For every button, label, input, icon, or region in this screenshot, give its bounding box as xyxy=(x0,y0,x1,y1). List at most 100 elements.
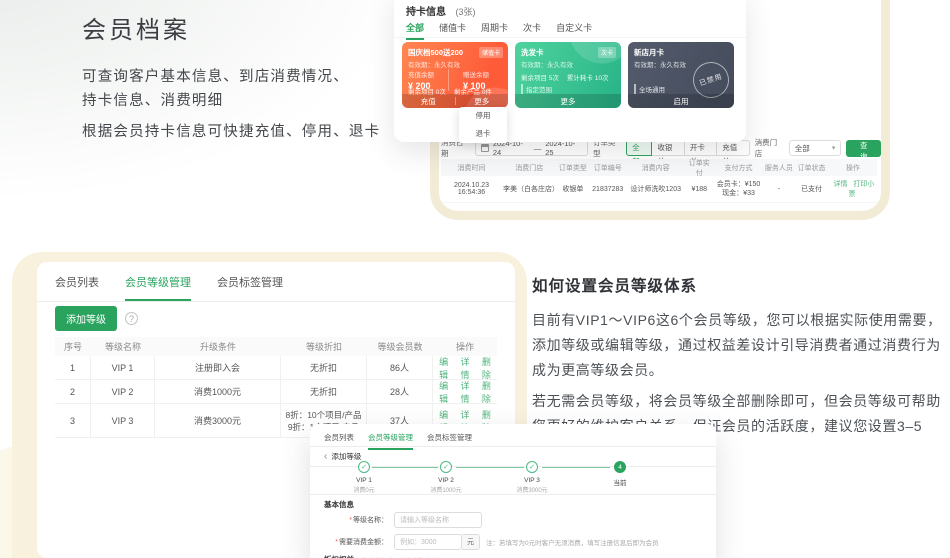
order-type-all[interactable]: 全部 xyxy=(626,140,652,156)
order-type-recharge[interactable]: 充值单 xyxy=(716,140,749,156)
basic-info-section-title: 基本信息 xyxy=(324,499,354,510)
step-label: VIP 2 xyxy=(411,477,481,484)
order-status: 已支付 xyxy=(794,184,829,194)
tab-member-list[interactable]: 会员列表 xyxy=(324,432,354,450)
level-condition: 消费3000元 xyxy=(155,404,281,437)
amount-input[interactable] xyxy=(394,534,462,550)
tab-member-tag-management[interactable]: 会员标签管理 xyxy=(427,432,472,450)
enable-button[interactable]: 启用 xyxy=(628,96,734,107)
card-validity: 有效期：永久有效 xyxy=(634,59,686,69)
card-info-header: 持卡信息 (3张) xyxy=(406,2,475,20)
step-done-icon: ✓ xyxy=(440,461,452,473)
tabs-divider xyxy=(310,446,716,447)
step-sub: 消费3000元 xyxy=(497,485,567,494)
tab-member-level-management[interactable]: 会员等级管理 xyxy=(368,432,413,450)
level-name-input[interactable] xyxy=(394,512,482,528)
col-header: 消费时间 xyxy=(441,163,502,173)
date-separator: — xyxy=(534,144,542,153)
order-type-segmented: 全部 收银单 开卡单 充值单 xyxy=(627,140,750,156)
levels-table: 序号 等级名称 升级条件 等级折扣 等级会员数 操作 1 VIP 1 注册即入会… xyxy=(55,337,497,438)
card-type-badge: 次卡 xyxy=(598,47,616,58)
amount-row: *需要消费金额： 元 注：若填写为0元时客户无须消费，填写注册信息后即为会员 xyxy=(324,534,659,550)
step-label: 当前 xyxy=(585,477,655,487)
level-member-count: 28人 xyxy=(367,380,433,403)
membership-cards-row: 国庆档500送200 储值卡 有效期：永久有效 充值余额 ¥ 200 赠送余额 … xyxy=(402,42,734,108)
order-time: 2024.10.23 16:54:36 xyxy=(441,182,502,196)
card-type-badge: 储值卡 xyxy=(479,47,503,58)
level-no: 1 xyxy=(55,356,91,379)
levels-table-header: 序号 等级名称 升级条件 等级折扣 等级会员数 操作 xyxy=(55,337,497,356)
page-title: 会员档案 xyxy=(82,10,380,45)
store-select-value: 全部 xyxy=(795,143,810,154)
detail-link[interactable]: 详情 xyxy=(457,355,472,381)
discount-row: 折扣权益 为该等级会员选择折扣权益 xyxy=(324,554,440,558)
hero-line-1: 可查询客户基本信息、到店消费情况、 xyxy=(82,65,380,89)
store-filter-label: 消费门店 xyxy=(755,137,784,159)
tab-member-list[interactable]: 会员列表 xyxy=(55,274,99,301)
card-count: (3张) xyxy=(455,7,475,17)
delete-link[interactable]: 删除 xyxy=(479,355,494,381)
howto-title: 如何设置会员等级体系 xyxy=(532,274,946,296)
more-button[interactable]: 更多 xyxy=(456,96,509,107)
hero-block: 会员档案 可查询客户基本信息、到店消费情况、 持卡信息、消费明细 根据会员持卡信… xyxy=(82,10,380,144)
add-level-button[interactable]: 添加等级 xyxy=(55,306,117,331)
level-name: VIP 3 xyxy=(91,404,155,437)
card-footer: 更多 xyxy=(515,94,621,108)
help-question-icon[interactable]: ? xyxy=(125,312,138,325)
card-validity: 有效期：永久有效 xyxy=(408,59,460,69)
detail-link[interactable]: 详情 xyxy=(457,379,472,405)
store-select[interactable]: 全部 ▾ xyxy=(789,140,842,156)
order-actions: 详情 打印小票 xyxy=(829,179,877,199)
order-type-cashier[interactable]: 收银单 xyxy=(651,140,684,156)
step-label: VIP 1 xyxy=(329,477,399,484)
edit-link[interactable]: 编辑 xyxy=(436,379,451,405)
gift-balance-label: 赠送余额 xyxy=(463,69,489,79)
membership-card-stored-value: 国庆档500送200 储值卡 有效期：永久有效 充值余额 ¥ 200 赠送余额 … xyxy=(402,42,508,108)
add-level-panel: 会员列表 会员等级管理 会员标签管理 ‹ 添加等级 ✓ ✓ ✓ 4 VIP 1 … xyxy=(310,424,716,558)
col-header: 服务人员 xyxy=(764,163,795,173)
amount-label: *需要消费金额： xyxy=(324,537,388,547)
level-no: 3 xyxy=(55,404,91,437)
membership-card-monthly-disabled: 新店月卡 有效期：永久有效 全场通用 已禁用 启用 xyxy=(628,42,734,108)
search-button[interactable]: 查询 xyxy=(846,140,881,157)
order-content: 设计师洗吹1203 xyxy=(626,184,685,194)
order-type-opencard[interactable]: 开卡单 xyxy=(684,140,717,156)
level-condition: 消费1000元 xyxy=(155,380,281,403)
back-chevron-icon: ‹ xyxy=(324,453,327,460)
hero-line-3: 根据会员持卡信息可快捷充值、停用、退卡 xyxy=(82,120,380,144)
order-type: 收银单 xyxy=(557,184,590,194)
card-info-title: 持卡信息 xyxy=(406,7,446,18)
menu-item-refund-card[interactable]: 退卡 xyxy=(459,125,507,143)
stepper-divider xyxy=(310,494,716,495)
discount-note: 为该等级会员选择折扣权益 xyxy=(362,555,440,558)
card-name: 新店月卡 xyxy=(634,47,664,58)
tabs-divider xyxy=(394,37,746,38)
order-detail-link[interactable]: 详情 xyxy=(833,181,847,188)
level-no: 2 xyxy=(55,380,91,403)
amount-label-text: 需要消费金额： xyxy=(339,539,388,546)
level-name: VIP 2 xyxy=(91,380,155,403)
amount-note: 注：若填写为0元时客户无须消费，填写注册信息后即为会员 xyxy=(486,537,659,547)
col-header: 等级名称 xyxy=(91,337,155,356)
calendar-icon xyxy=(481,144,489,152)
delete-link[interactable]: 删除 xyxy=(479,379,494,405)
chevron-down-icon: ▾ xyxy=(832,144,836,152)
col-header: 订单类型 xyxy=(557,163,590,173)
card-info-panel: 持卡信息 (3张) 全部 储值卡 周期卡 次卡 自定义卡 国庆档500送200 … xyxy=(394,0,746,142)
recharge-button[interactable]: 充值 xyxy=(402,96,455,107)
tab-member-level-management[interactable]: 会员等级管理 xyxy=(125,274,191,301)
more-button[interactable]: 更多 xyxy=(515,96,621,107)
menu-item-disable-card[interactable]: 停用 xyxy=(459,107,507,125)
step-sub: 消费1000元 xyxy=(411,485,481,494)
pay-method-line1: 会员卡：¥150 xyxy=(714,180,762,189)
discount-line1: 8折：10个项目/产品 xyxy=(285,409,361,421)
order-pay-method: 会员卡：¥150 现金：¥33 xyxy=(713,180,763,198)
card-name: 洗发卡 xyxy=(521,47,544,58)
edit-link[interactable]: 编辑 xyxy=(436,355,451,381)
table-row: 2 VIP 2 消费1000元 无折扣 28人 编辑 详情 删除 xyxy=(55,380,497,404)
print-receipt-link[interactable]: 打印小票 xyxy=(848,181,874,198)
card-validity: 有效期：永久有效 xyxy=(521,59,573,69)
tab-member-tag-management[interactable]: 会员标签管理 xyxy=(217,274,283,301)
orders-table-header: 消费时间 消费门店 订单类型 订单编号 消费内容 订单实付 支付方式 服务人员 … xyxy=(441,159,877,176)
card-meta: 剩余项目 5次 累计耗卡 10次 xyxy=(521,72,608,82)
